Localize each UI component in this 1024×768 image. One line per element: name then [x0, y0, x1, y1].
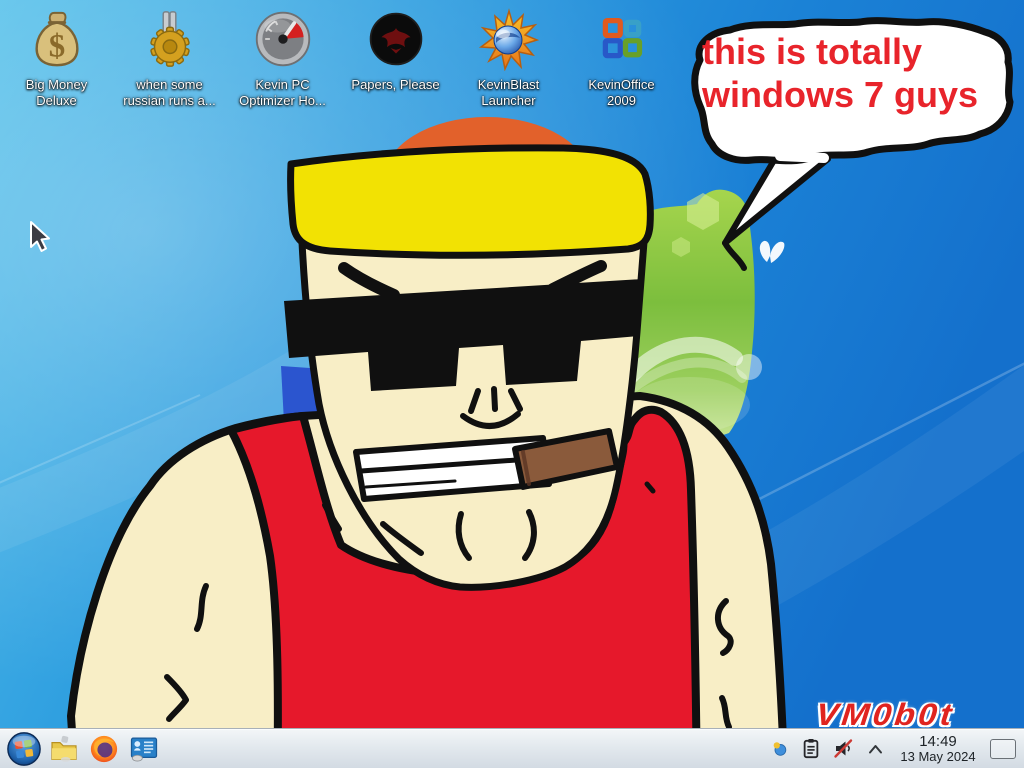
clock-date: 13 May 2024 [896, 750, 980, 764]
chevron-up-icon [867, 743, 884, 755]
desktop-icon-papers-please[interactable]: Papers, Please [339, 6, 452, 109]
money-bag-icon: $ [26, 8, 88, 70]
taskbar: 14:49 13 May 2024 [0, 728, 1024, 768]
dollar-glyph: $ [48, 28, 64, 64]
desktop-icon-label: Papers, Please [351, 77, 439, 93]
taskbar-clock[interactable]: 14:49 13 May 2024 [896, 733, 980, 764]
tray-expand[interactable] [864, 737, 886, 761]
office-squares-icon [594, 11, 650, 67]
clipboard-icon [801, 738, 821, 760]
desktop-icon-kevin-pc-optimizer[interactable]: Kevin PC Optimizer Ho... [226, 6, 339, 109]
desktop-icon-label: Big Money Deluxe [26, 77, 87, 109]
clock-time: 14:49 [896, 733, 980, 750]
gear-icon [139, 8, 201, 70]
folder-icon [48, 734, 80, 764]
speech-bubble-text: this is totally windows 7 guys [702, 30, 1002, 116]
speech-bubble-line2: windows 7 guys [702, 73, 1002, 116]
sun-globe-icon [477, 7, 541, 71]
tray-updates[interactable] [768, 737, 790, 761]
gauge-icon [253, 9, 313, 69]
desktop: this is totally windows 7 guys VM0b0t $ … [0, 0, 1024, 768]
taskbar-firefox[interactable] [84, 730, 124, 768]
taskbar-file-manager[interactable] [44, 730, 84, 768]
speech-bubble-line1: this is totally [702, 30, 1002, 73]
show-desktop-button[interactable] [990, 739, 1016, 759]
desktop-icon-kevinblast-launcher[interactable]: KevinBlast Launcher [452, 6, 565, 109]
desktop-icon-big-money-deluxe[interactable]: $ Big Money Deluxe [0, 6, 113, 109]
tray-volume[interactable] [832, 737, 854, 761]
desktop-icon-kevinoffice-2009[interactable]: KevinOffice 2009 [565, 6, 678, 109]
desktop-icon-label: KevinOffice 2009 [588, 77, 654, 109]
info-center-icon [127, 734, 161, 764]
desktop-icon-russian-gear[interactable]: when some russian runs a... [113, 6, 226, 109]
desktop-icon-row: $ Big Money Deluxe [0, 6, 678, 109]
system-tray: 14:49 13 May 2024 [768, 733, 1016, 764]
desktop-icon-label: KevinBlast Launcher [478, 77, 539, 109]
start-button[interactable] [4, 730, 44, 768]
updates-icon [771, 740, 788, 758]
windows-orb-icon [6, 731, 42, 767]
desktop-icon-label: Kevin PC Optimizer Ho... [239, 77, 326, 109]
taskbar-info-center[interactable] [124, 730, 164, 768]
eagle-emblem-icon [367, 10, 425, 68]
tray-clipboard[interactable] [800, 737, 822, 761]
firefox-icon [89, 734, 119, 764]
volume-muted-icon [833, 738, 854, 759]
mouse-cursor [28, 220, 54, 254]
character-headband [291, 148, 651, 255]
desktop-icon-label: when some russian runs a... [123, 77, 216, 109]
